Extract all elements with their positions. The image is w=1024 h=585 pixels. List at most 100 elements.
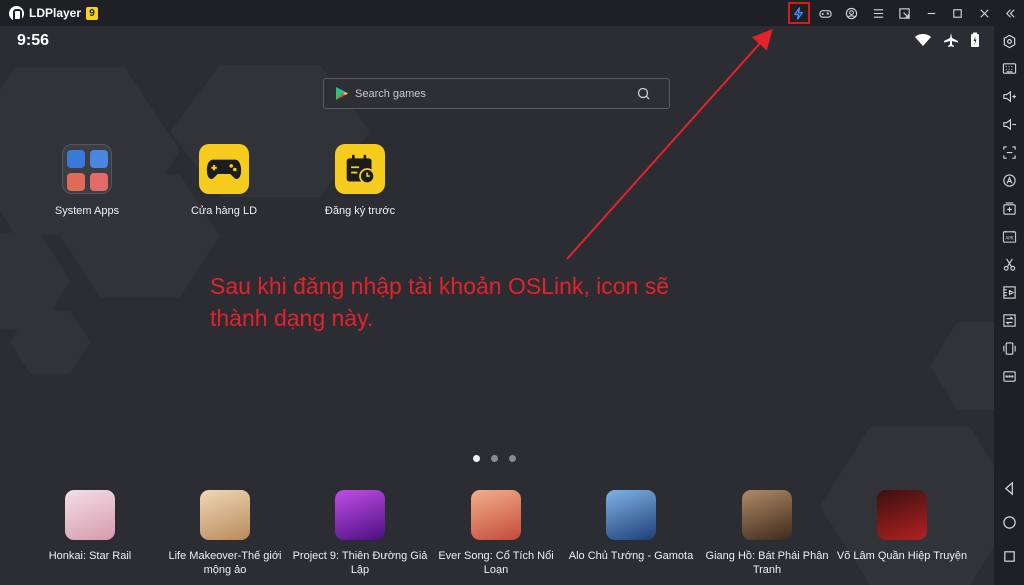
maximize-icon bbox=[953, 8, 963, 18]
more-icon bbox=[1002, 370, 1016, 382]
sync-button[interactable] bbox=[1001, 312, 1017, 328]
ever-song-icon bbox=[471, 490, 521, 540]
alo-chu-tuong-icon bbox=[606, 490, 656, 540]
status-icons bbox=[914, 32, 980, 48]
install-apk-button[interactable]: APK bbox=[1001, 228, 1017, 244]
app-ld-store[interactable]: Cửa hàng LD bbox=[169, 144, 279, 218]
dock-app-giang-ho[interactable]: Giang Hồ: Bát Phái Phân Tranh bbox=[699, 490, 835, 577]
app-label: Cửa hàng LD bbox=[190, 205, 258, 217]
page-dot-active[interactable] bbox=[473, 455, 480, 462]
app-system-apps[interactable]: System Apps bbox=[32, 144, 142, 218]
browser-mini-icon bbox=[89, 150, 108, 168]
giang-ho-icon bbox=[742, 490, 792, 540]
search-icon bbox=[637, 87, 650, 100]
app-label: Honkai: Star Rail bbox=[48, 550, 132, 562]
collapse-sidebar-button[interactable] bbox=[998, 0, 1024, 26]
add-file-icon bbox=[1002, 201, 1016, 215]
recents-button[interactable] bbox=[1001, 548, 1017, 564]
version-badge: 9 bbox=[86, 6, 99, 20]
operation-record-button[interactable] bbox=[1001, 172, 1017, 188]
right-toolbar: APK bbox=[994, 26, 1024, 585]
app-label: Ever Song: Cổ Tích Nổi Loạn bbox=[438, 550, 554, 576]
lightning-icon bbox=[794, 6, 804, 20]
volume-up-button[interactable] bbox=[1001, 88, 1017, 104]
music-mini-icon bbox=[89, 173, 108, 191]
system-apps-folder-icon bbox=[62, 144, 112, 194]
svg-text:APK: APK bbox=[1005, 235, 1013, 240]
gallery-mini-icon bbox=[66, 173, 85, 191]
app-title: LDPlayer bbox=[29, 6, 82, 20]
background-hexagon bbox=[930, 322, 994, 410]
maximize-button[interactable] bbox=[945, 0, 972, 26]
settings-button[interactable] bbox=[1001, 33, 1017, 49]
calendar-clock-icon bbox=[335, 144, 385, 194]
dock-app-alo-chu-tuong[interactable]: Alo Chủ Tướng - Gamota bbox=[563, 490, 699, 563]
back-button[interactable] bbox=[1001, 480, 1017, 496]
ld-store-gamepad-icon bbox=[199, 144, 249, 194]
volume-down-icon bbox=[1002, 118, 1016, 130]
battery-icon bbox=[971, 32, 979, 47]
title-bar-buttons bbox=[786, 0, 1024, 26]
home-button[interactable] bbox=[1001, 514, 1017, 530]
page-dot[interactable] bbox=[509, 455, 516, 462]
home-circle-icon bbox=[1002, 515, 1016, 529]
annotation-text: Sau khi đăng nhập tài khoản OSLink, icon… bbox=[210, 270, 810, 334]
menu-button[interactable] bbox=[865, 0, 892, 26]
dock-app-life-makeover[interactable]: Life Makeover-Thế giới mộng ảo bbox=[157, 490, 293, 577]
keyboard-mapping-button[interactable] bbox=[1001, 60, 1017, 76]
vo-lam-icon bbox=[877, 490, 927, 540]
sync-window-icon bbox=[1002, 313, 1016, 327]
screenshot-button[interactable] bbox=[1001, 144, 1017, 160]
app-label: Giang Hồ: Bát Phái Phân Tranh bbox=[705, 550, 829, 576]
recents-square-icon bbox=[1003, 550, 1015, 562]
gamepad-icon bbox=[819, 9, 832, 18]
life-makeover-icon bbox=[200, 490, 250, 540]
app-pre-register[interactable]: Đăng ký trước bbox=[305, 144, 415, 218]
gamepad-button[interactable] bbox=[812, 0, 839, 26]
search-games-bar[interactable]: Search games bbox=[323, 78, 670, 109]
android-home-screen: 9:56 Search games System Apps Cửa hàng L… bbox=[0, 26, 994, 585]
scissors-icon bbox=[1003, 258, 1015, 271]
app-label: Life Makeover-Thế giới mộng ảo bbox=[168, 550, 282, 576]
minimize-button[interactable] bbox=[918, 0, 945, 26]
user-icon bbox=[846, 7, 858, 19]
dock-app-project-9[interactable]: Project 9: Thiên Đường Giả Lập bbox=[292, 490, 428, 577]
project-9-icon bbox=[335, 490, 385, 540]
window-mode-button[interactable] bbox=[892, 0, 919, 26]
app-label: System Apps bbox=[54, 205, 120, 217]
apk-icon: APK bbox=[1002, 230, 1016, 243]
oslink-button[interactable] bbox=[786, 0, 813, 26]
page-dot[interactable] bbox=[491, 455, 498, 462]
video-icon bbox=[1002, 285, 1016, 299]
menu-icon bbox=[873, 8, 883, 18]
clock: 9:56 bbox=[17, 32, 50, 49]
google-play-icon bbox=[336, 87, 348, 100]
account-button[interactable] bbox=[839, 0, 866, 26]
app-label: Project 9: Thiên Đường Giả Lập bbox=[292, 550, 428, 576]
close-icon bbox=[980, 8, 989, 18]
hexagon-gear-icon bbox=[1003, 34, 1015, 48]
app-logo: LDPlayer 9 bbox=[9, 5, 99, 21]
settings-mini-icon bbox=[66, 150, 85, 168]
keyboard-icon bbox=[1002, 62, 1016, 74]
cut-button[interactable] bbox=[1001, 256, 1017, 272]
record-video-button[interactable] bbox=[1001, 284, 1017, 300]
dock-app-vo-lam[interactable]: Võ Lâm Quần Hiệp Truyện bbox=[834, 490, 970, 563]
more-button[interactable] bbox=[1001, 368, 1017, 384]
shake-button[interactable] bbox=[1001, 340, 1017, 356]
minimize-icon bbox=[927, 12, 935, 14]
volume-up-icon bbox=[1002, 90, 1016, 102]
back-triangle-icon bbox=[1004, 481, 1013, 495]
app-label: Alo Chủ Tướng - Gamota bbox=[568, 550, 694, 562]
shake-icon bbox=[1002, 341, 1016, 355]
screenshot-icon bbox=[1002, 145, 1016, 159]
dock-app-ever-song[interactable]: Ever Song: Cổ Tích Nổi Loạn bbox=[428, 490, 564, 577]
annotation-line-1: Sau khi đăng nhập tài khoản OSLink, icon… bbox=[210, 273, 670, 299]
add-file-button[interactable] bbox=[1001, 200, 1017, 216]
volume-down-button[interactable] bbox=[1001, 116, 1017, 132]
wifi-icon bbox=[915, 34, 931, 46]
window-mode-icon bbox=[899, 7, 910, 19]
close-button[interactable] bbox=[971, 0, 998, 26]
dock-app-honkai-star-rail[interactable]: Honkai: Star Rail bbox=[22, 490, 158, 563]
app-label: Võ Lâm Quần Hiệp Truyện bbox=[836, 550, 968, 562]
